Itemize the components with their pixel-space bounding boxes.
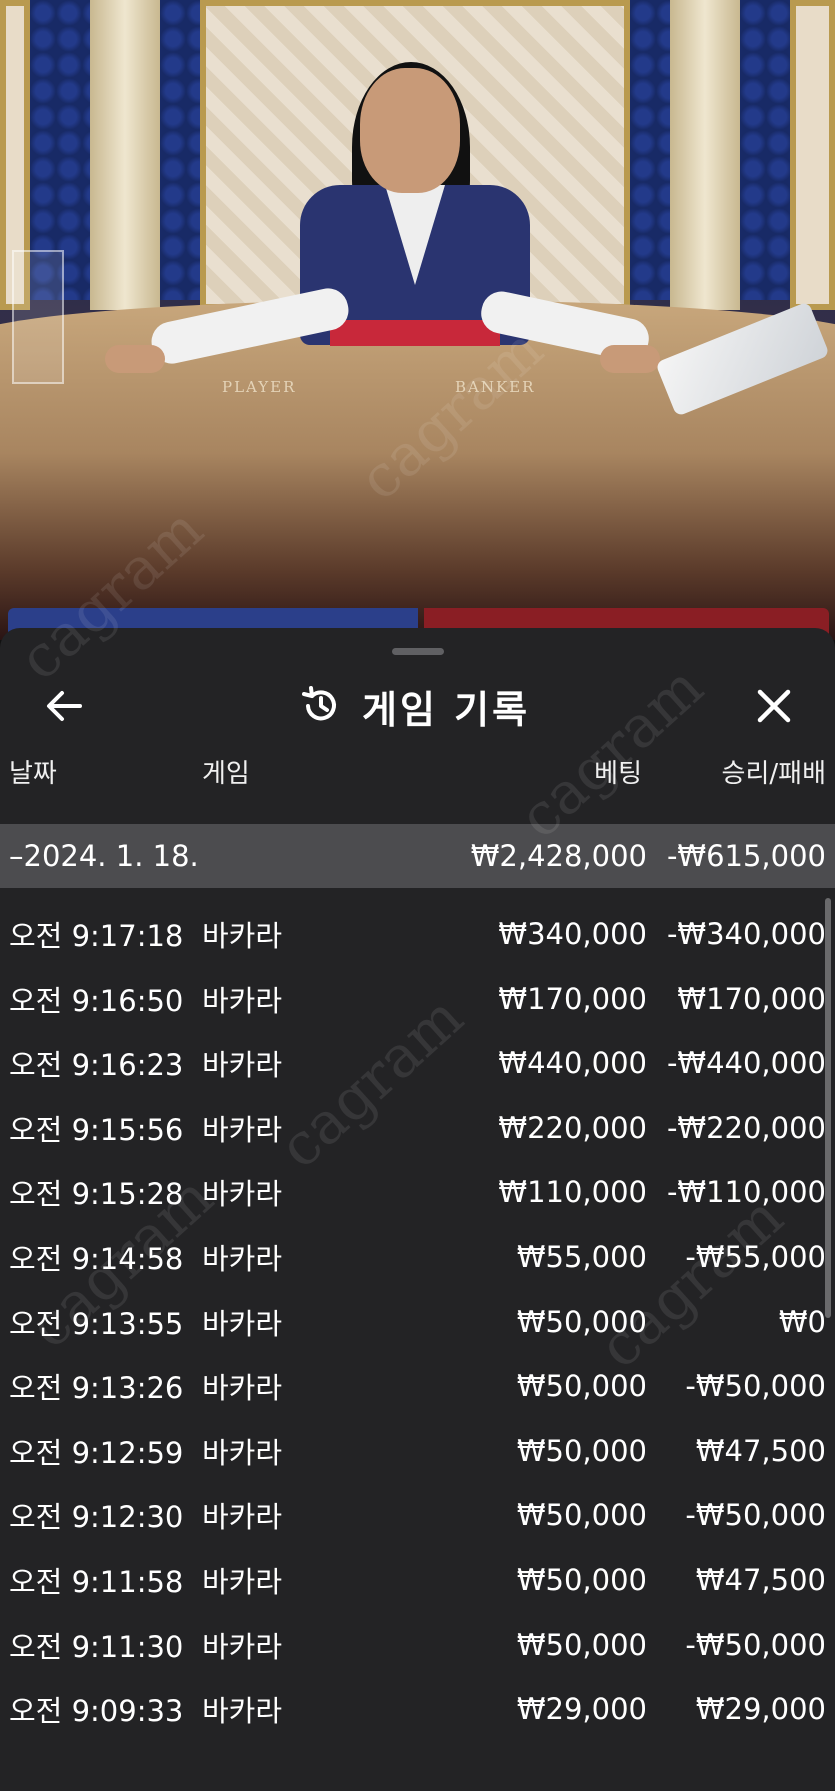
row-result: -₩50,000 [685,1369,826,1404]
dealer-face [360,68,460,193]
row-result: -₩55,000 [685,1240,826,1274]
row-result: -₩220,000 [666,1110,826,1145]
summary-date: –2024. 1. 18. [9,839,199,873]
row-time: 오전 9:16:23 [9,1048,184,1083]
quilted-wall [630,0,670,300]
history-row[interactable]: 오전 9:12:59 바카라 ₩50,000 ₩47,500 [0,1419,835,1483]
pillar [670,0,740,310]
row-bet: ₩340,000 [498,917,647,951]
history-row[interactable]: 오전 9:15:56 바카라 ₩220,000 -₩220,000 [0,1096,835,1160]
row-game: 바카라 [202,1565,283,1599]
row-time: 오전 9:12:30 [9,1500,184,1535]
summary-bet-total: ₩2,428,000 [470,839,647,873]
dealer-sash [330,320,500,346]
quilted-wall [740,0,790,300]
row-bet: ₩50,000 [516,1433,647,1468]
row-bet: ₩170,000 [498,981,647,1016]
row-result: ₩0 [778,1304,826,1339]
row-result: ₩47,500 [695,1433,826,1468]
table-label-player: PLAYER [222,378,297,396]
game-history-sheet: 게임 기록 날짜 게임 베팅 승리/패배 –2024. 1. 18. ₩2,42… [0,628,835,1791]
pillar [90,0,160,310]
summary-result-total: -₩615,000 [666,839,826,873]
row-time: 오전 9:13:26 [9,1371,184,1406]
column-header-result: 승리/패배 [721,759,826,789]
row-game: 바카라 [202,1435,283,1470]
row-game: 바카라 [202,1694,283,1729]
live-dealer-video: PLAYER BANKER [0,0,835,640]
history-row[interactable]: 오전 9:11:58 바카라 ₩50,000 ₩47,500 [0,1548,835,1612]
scrollbar[interactable] [825,898,831,1318]
history-row[interactable]: 오전 9:13:26 바카라 ₩50,000 -₩50,000 [0,1354,835,1418]
history-clock-icon [302,686,336,721]
row-game: 바카라 [202,1500,283,1535]
row-bet: ₩50,000 [516,1304,647,1339]
history-row[interactable]: 오전 9:11:30 바카라 ₩50,000 -₩50,000 [0,1613,835,1677]
row-bet: ₩50,000 [516,1498,647,1533]
row-bet: ₩110,000 [498,1175,647,1210]
row-bet: ₩50,000 [516,1563,647,1597]
row-game: 바카라 [202,1629,283,1664]
sheet-header: 게임 기록 [0,658,835,748]
row-result: ₩29,000 [695,1692,826,1727]
row-result: ₩170,000 [677,981,826,1016]
table-label-banker: BANKER [455,378,536,396]
row-time: 오전 9:15:56 [9,1112,184,1147]
row-time: 오전 9:09:33 [9,1694,184,1729]
row-bet: ₩29,000 [516,1692,647,1727]
row-game: 바카라 [202,1177,283,1212]
sheet-title-group: 게임 기록 [300,680,530,732]
row-time: 오전 9:14:58 [9,1242,184,1276]
history-row[interactable]: 오전 9:12:30 바카라 ₩50,000 -₩50,000 [0,1483,835,1547]
column-header-date: 날짜 [9,759,57,789]
discard-box [12,250,64,384]
row-time: 오전 9:11:30 [9,1629,184,1664]
history-row[interactable]: 오전 9:14:58 바카라 ₩55,000 -₩55,000 [0,1225,835,1289]
row-bet: ₩440,000 [498,1046,647,1081]
quilted-wall [160,0,200,300]
row-game: 바카라 [202,1306,283,1341]
row-result: -₩440,000 [666,1046,826,1081]
row-result: -₩340,000 [666,917,826,951]
row-game: 바카라 [202,919,283,953]
history-row[interactable]: 오전 9:16:23 바카라 ₩440,000 -₩440,000 [0,1031,835,1095]
date-summary-row[interactable]: –2024. 1. 18. ₩2,428,000 -₩615,000 [0,824,835,888]
sheet-drag-handle[interactable] [392,648,444,655]
close-x-icon [757,689,791,723]
row-result: -₩50,000 [685,1627,826,1662]
row-time: 오전 9:17:18 [9,919,184,953]
dealer-hand-left [105,345,165,373]
row-bet: ₩220,000 [498,1110,647,1145]
wall-panel-right [790,0,835,310]
row-bet: ₩50,000 [516,1369,647,1404]
row-time: 오전 9:16:50 [9,983,184,1018]
column-header-game: 게임 [202,759,250,789]
history-row[interactable]: 오전 9:15:28 바카라 ₩110,000 -₩110,000 [0,1160,835,1224]
row-bet: ₩55,000 [516,1240,647,1274]
row-time: 오전 9:15:28 [9,1177,184,1212]
sheet-title: 게임 기록 [362,687,531,732]
row-time: 오전 9:12:59 [9,1435,184,1470]
row-game: 바카라 [202,1242,283,1276]
close-button[interactable] [746,680,802,732]
history-row[interactable]: 오전 9:13:55 바카라 ₩50,000 ₩0 [0,1290,835,1354]
row-time: 오전 9:11:58 [9,1565,184,1599]
arrow-left-icon [47,691,82,721]
row-result: -₩50,000 [685,1498,826,1533]
history-row[interactable]: 오전 9:17:18 바카라 ₩340,000 -₩340,000 [0,902,835,966]
row-bet: ₩50,000 [516,1627,647,1662]
row-result: -₩110,000 [666,1175,826,1210]
back-button[interactable] [36,680,92,732]
history-row[interactable]: 오전 9:16:50 바카라 ₩170,000 ₩170,000 [0,967,835,1031]
history-row[interactable]: 오전 9:09:33 바카라 ₩29,000 ₩29,000 [0,1677,835,1741]
row-game: 바카라 [202,1112,283,1147]
row-game: 바카라 [202,983,283,1018]
row-time: 오전 9:13:55 [9,1306,184,1341]
row-result: ₩47,500 [695,1563,826,1597]
row-game: 바카라 [202,1371,283,1406]
row-game: 바카라 [202,1048,283,1083]
dealer-hand-right [600,345,660,373]
column-header-bet: 베팅 [594,759,642,789]
